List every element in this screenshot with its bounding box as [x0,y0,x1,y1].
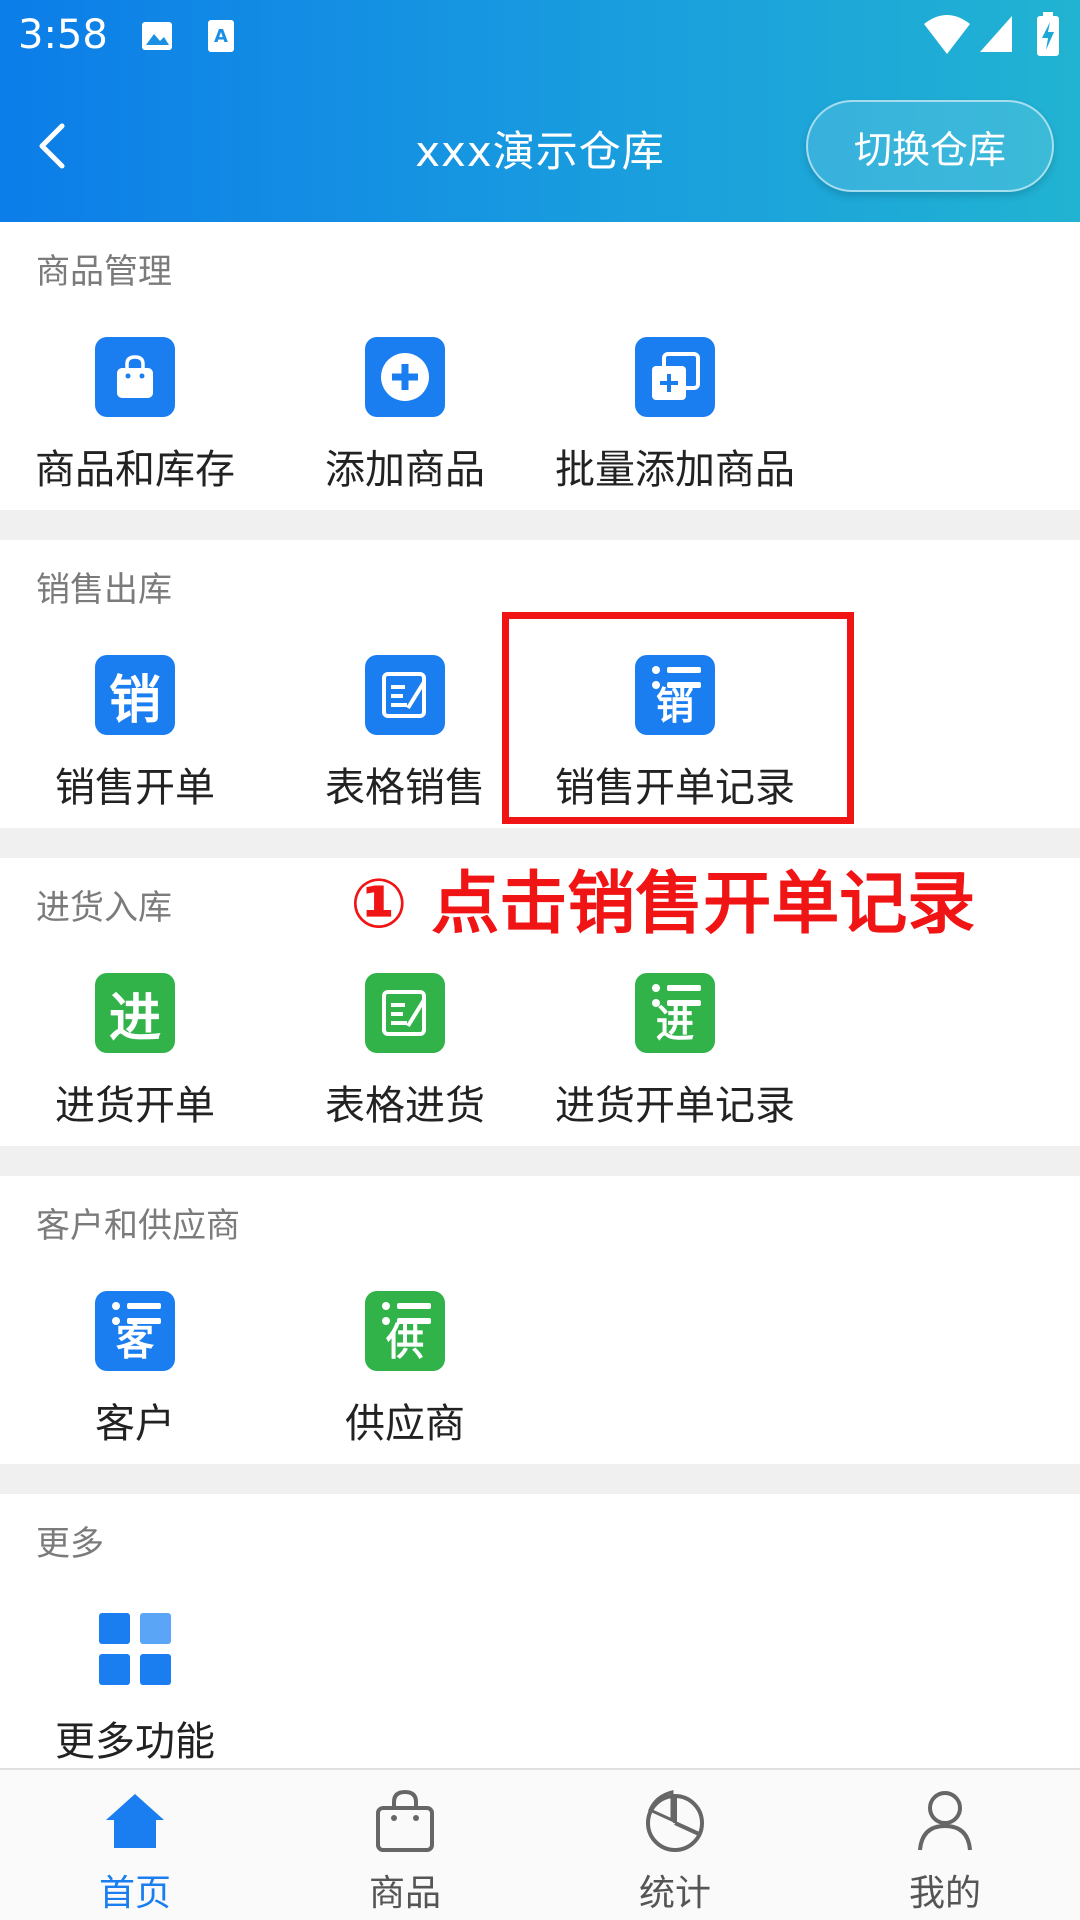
tile-label: 客户 [95,1401,175,1447]
switch-warehouse-button[interactable]: 切换仓库 [806,100,1054,192]
text-notification-icon: A [208,20,234,52]
plus-circle-icon [365,337,445,417]
section-title: 商品管理 [36,252,172,292]
purchase-record-icon: 进 [635,973,715,1053]
section-title: 更多 [36,1524,104,1564]
customer-icon: 客 [95,1291,175,1371]
bag-icon [376,1789,434,1852]
section-title: 进货入库 [36,888,172,928]
section-title: 销售出库 [36,570,172,610]
purchase-order-icon: 进 [95,973,175,1053]
tile-label: 供应商 [345,1401,465,1447]
pie-chart-icon [646,1790,704,1852]
product-inventory-tile[interactable]: 商品和库存 [0,337,270,537]
section-product-management: 商品管理 商品和库存 添加商品 批量添加商品 [0,222,1080,510]
supplier-icon: 供 [365,1291,445,1371]
sales-order-icon: 销 [95,655,175,735]
user-icon [918,1791,972,1851]
tile-label: 销售开单 [55,765,215,811]
sales-order-tile[interactable]: 销 销售开单 [0,655,270,855]
section-more: 更多 更多功能 [0,1494,1080,1768]
batch-add-icon [635,337,715,417]
add-product-tile[interactable]: 添加商品 [270,337,540,537]
table-purchase-tile[interactable]: 表格进货 [270,973,540,1173]
supplier-tile[interactable]: 供 供应商 [270,1291,540,1491]
nav-item-me[interactable]: 我的 [810,1770,1080,1920]
tile-label: 表格进货 [325,1083,485,1129]
nav-item-home[interactable]: 首页 [0,1770,270,1920]
nav-item-statistics[interactable]: 统计 [540,1770,810,1920]
home-icon [106,1794,164,1848]
status-bar: 3:58 A [0,0,1080,76]
nav-label: 统计 [638,1873,711,1914]
battery-icon [1037,12,1059,56]
purchase-order-tile[interactable]: 进 进货开单 [0,973,270,1173]
table-edit-icon [365,973,445,1053]
tile-label: 批量添加商品 [555,447,795,493]
wifi-icon [924,15,970,54]
tile-label: 进货开单 [55,1083,215,1129]
back-icon[interactable] [30,118,74,174]
section-title: 客户和供应商 [36,1206,240,1246]
purchase-order-record-tile[interactable]: 进 进货开单记录 [540,973,810,1173]
section-customers-suppliers: 客户和供应商 客 客户 供 供应商 [0,1176,1080,1464]
app-header: 3:58 A xxx演示仓库 切换仓库 [0,0,1080,222]
tile-label: 添加商品 [325,447,485,493]
tile-label: 商品和库存 [35,447,235,493]
nav-label: 我的 [908,1873,981,1914]
shopping-bag-icon [95,337,175,417]
nav-label: 商品 [368,1873,441,1914]
svg-text:A: A [214,26,228,47]
table-sales-tile[interactable]: 表格销售 [270,655,540,855]
highlight-box [502,612,854,824]
nav-label: 首页 [98,1873,171,1914]
signal-icon [980,16,1012,52]
tile-label: 进货开单记录 [555,1083,795,1129]
status-time: 3:58 [18,12,108,58]
batch-add-product-tile[interactable]: 批量添加商品 [540,337,810,537]
customer-tile[interactable]: 客 客户 [0,1291,270,1491]
nav-item-products[interactable]: 商品 [270,1770,540,1920]
grid-icon [95,1609,175,1689]
annotation-text: ① 点击销售开单记录 [350,865,976,944]
bottom-nav: 首页 商品 统计 我的 [0,1768,1080,1920]
image-notification-icon [142,22,172,50]
table-edit-icon [365,655,445,735]
tile-label: 更多功能 [55,1719,215,1765]
